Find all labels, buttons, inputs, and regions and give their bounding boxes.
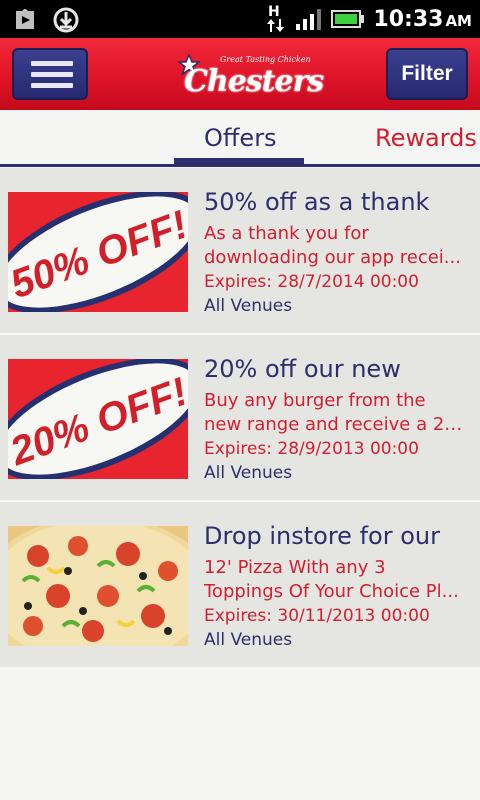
tab-offers[interactable]: Offers — [204, 124, 277, 152]
offer-title: 50% off as a thank — [204, 188, 430, 216]
offer-title: 20% off our new — [204, 355, 401, 383]
offer-item[interactable]: 20% OFF! 20% off our new Buy any burger … — [0, 335, 480, 502]
offer-expiry: Expires: 30/11/2013 00:00 — [204, 606, 430, 626]
offer-list: 50% OFF! 50% off as a thank As a thank y… — [0, 168, 480, 669]
status-ampm: AM — [445, 11, 472, 30]
status-time: 10:33 — [373, 6, 444, 32]
battery-icon — [331, 10, 365, 28]
offer-item[interactable]: Drop instore for our 12' Pizza With any … — [0, 502, 480, 669]
status-bar: H 10:33 AM — [0, 0, 480, 38]
tab-bar: Offers Rewards — [0, 110, 480, 168]
offer-venue: All Venues — [204, 296, 293, 316]
tab-divider — [0, 164, 480, 167]
logo-tagline: Great Tasting Chicken — [220, 55, 311, 64]
play-store-icon — [16, 9, 34, 29]
tab-rewards[interactable]: Rewards — [375, 124, 477, 152]
menu-button[interactable] — [12, 48, 88, 100]
offer-image-pizza — [8, 526, 188, 646]
offer-expiry: Expires: 28/9/2013 00:00 — [204, 439, 419, 459]
filter-button[interactable]: Filter — [386, 48, 468, 100]
download-icon — [53, 7, 79, 33]
network-h-icon: H — [267, 4, 285, 32]
offer-description: As a thank you for downloading our app r… — [204, 223, 461, 268]
offer-venue: All Venues — [204, 463, 293, 483]
offer-expiry: Expires: 28/7/2014 00:00 — [204, 272, 419, 292]
svg-text:H: H — [268, 4, 280, 20]
offer-title: Drop instore for our — [204, 522, 440, 550]
offer-item[interactable]: 50% OFF! 50% off as a thank As a thank y… — [0, 168, 480, 335]
offer-description: 12' Pizza With any 3 Toppings Of Your Ch… — [204, 557, 459, 602]
chesters-logo: Great Tasting Chicken Chesters — [176, 52, 324, 99]
logo-text: Chesters — [184, 64, 324, 99]
offer-description: Buy any burger from the new range and re… — [204, 390, 470, 435]
offer-image-20-off: 20% OFF! — [8, 359, 188, 479]
app-header: Great Tasting Chicken Chesters Filter — [0, 38, 480, 110]
offer-venue: All Venues — [204, 630, 293, 650]
signal-icon — [296, 9, 322, 30]
offer-image-50-off: 50% OFF! — [8, 192, 188, 312]
